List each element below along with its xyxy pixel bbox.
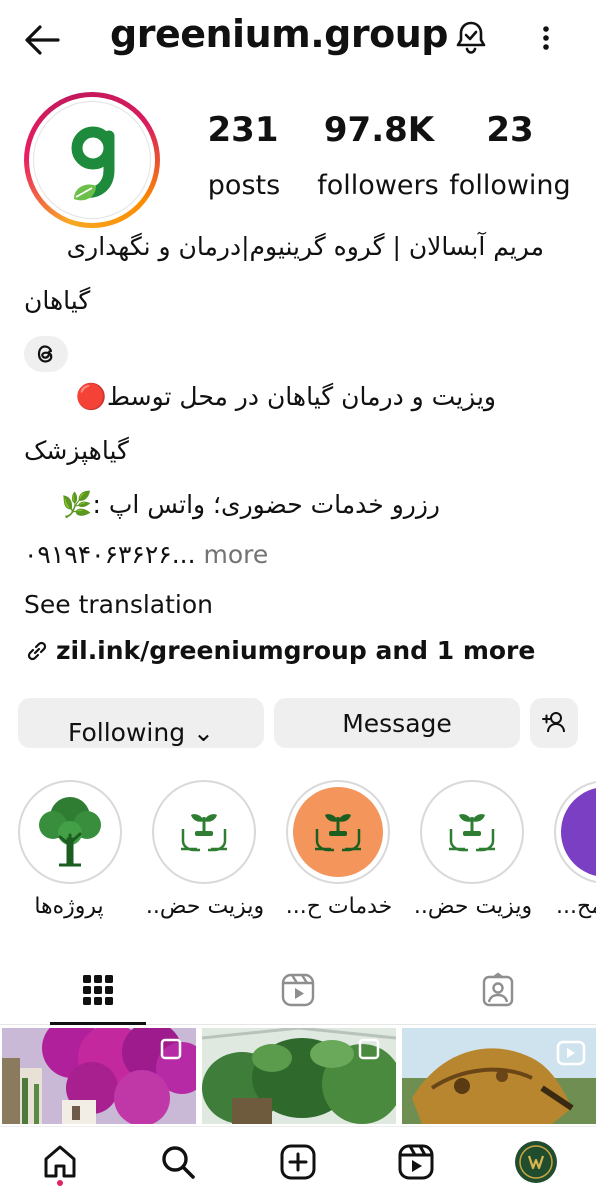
highlight-label: مح... bbox=[556, 894, 596, 919]
threads-icon bbox=[37, 345, 53, 363]
tab-posts-grid[interactable] bbox=[0, 960, 196, 1020]
tagged-user-icon bbox=[482, 972, 514, 1007]
home-notification-dot bbox=[57, 1180, 63, 1186]
arrow-left-icon bbox=[25, 25, 60, 55]
highlight-location[interactable] bbox=[554, 780, 596, 884]
greenium-logo-icon bbox=[71, 126, 115, 201]
create-post-icon bbox=[280, 1144, 316, 1180]
message-button-label: Message bbox=[342, 708, 452, 738]
search-icon bbox=[162, 1146, 195, 1179]
post-thumbnail[interactable] bbox=[402, 1028, 596, 1124]
more-options-button[interactable] bbox=[532, 18, 560, 58]
highlight-cover bbox=[293, 787, 383, 877]
following-button[interactable]: Following ⌄ bbox=[18, 698, 264, 748]
highlight-label-text: مح... bbox=[556, 894, 596, 919]
post-thumbnail[interactable] bbox=[202, 1028, 396, 1124]
add-user-icon bbox=[542, 712, 565, 733]
nav-create[interactable] bbox=[272, 1136, 324, 1188]
tab-reels[interactable] bbox=[200, 960, 396, 1020]
threads-badge[interactable] bbox=[24, 336, 68, 372]
nav-reels[interactable] bbox=[390, 1136, 442, 1188]
hands-plant-icon bbox=[315, 814, 361, 852]
post-thumbnail[interactable] bbox=[2, 1028, 196, 1124]
highlight-partial-clip bbox=[554, 780, 596, 884]
highlight-label: پروژه‌ها bbox=[34, 894, 104, 919]
profile-avatar-icon bbox=[515, 1141, 557, 1183]
nav-profile[interactable] bbox=[510, 1136, 562, 1188]
bio-link-text: zil.ink/greeniumgroup and 1 more bbox=[56, 636, 536, 665]
post-image-greenhouse bbox=[202, 1028, 396, 1124]
following-text: Following bbox=[68, 717, 186, 747]
following-label[interactable]: following bbox=[446, 170, 574, 201]
avatar-ring-gap bbox=[29, 97, 155, 223]
highlight-visit-1[interactable] bbox=[152, 780, 256, 884]
bio-external-link[interactable]: zil.ink/greeniumgroup and 1 more bbox=[24, 636, 535, 665]
bio-phone: ۰۹۱۹۴۰۶۳۶۲۶... bbox=[24, 540, 196, 569]
bio-desc-line-3: رزرو خدمات حضوری؛ واتس اپ :🌿 bbox=[61, 490, 440, 519]
following-count[interactable]: 23 bbox=[468, 110, 552, 150]
suggested-users-button[interactable] bbox=[530, 698, 578, 748]
highlight-label: ویزیت حض.. bbox=[145, 894, 265, 919]
hands-plant-icon bbox=[449, 814, 495, 852]
home-icon bbox=[44, 1145, 76, 1178]
profile-username: greenium.group bbox=[110, 12, 448, 56]
highlight-projects[interactable] bbox=[18, 780, 122, 884]
bio-desc-line-1: ویزیت و درمان گیاهان در محل توسط🔴 bbox=[75, 382, 496, 411]
nav-search[interactable] bbox=[152, 1136, 204, 1188]
reels-icon bbox=[281, 973, 315, 1007]
following-button-label: Following ⌄ bbox=[68, 717, 214, 747]
post-image-bougainvillea bbox=[2, 1028, 196, 1124]
highlight-label: ویزیت حض.. bbox=[413, 894, 533, 919]
hands-plant-icon bbox=[181, 814, 227, 852]
link-icon bbox=[27, 641, 47, 660]
bell-icon bbox=[456, 21, 486, 54]
message-button[interactable]: Message bbox=[274, 698, 520, 748]
posts-count[interactable]: 231 bbox=[200, 110, 286, 150]
bio-more-link[interactable]: more bbox=[196, 540, 268, 569]
active-tab-indicator bbox=[50, 1022, 146, 1025]
bio-name-line-2: گیاهان bbox=[24, 286, 91, 315]
notifications-button[interactable] bbox=[453, 18, 489, 58]
reels-icon bbox=[398, 1144, 434, 1180]
highlight-services[interactable] bbox=[286, 780, 390, 884]
more-vertical-icon bbox=[543, 26, 549, 50]
see-translation-link[interactable]: See translation bbox=[24, 590, 213, 619]
followers-count[interactable]: 97.8K bbox=[318, 110, 440, 150]
post-image-diseased-leaf bbox=[402, 1028, 596, 1124]
avatar-logo bbox=[33, 101, 151, 219]
highlight-cover bbox=[25, 787, 115, 877]
bio-name-line-1: مریم آبسالان | گروه گرینیوم|درمان و نگهد… bbox=[66, 232, 544, 261]
back-button[interactable] bbox=[20, 18, 64, 62]
tab-tagged[interactable] bbox=[400, 960, 596, 1020]
bio-desc-line-2: گیاهپزشک bbox=[24, 436, 129, 465]
highlight-label: خدمات ح... bbox=[285, 894, 393, 919]
grid-icon bbox=[83, 975, 113, 1005]
tree-icon bbox=[39, 797, 101, 867]
highlight-cover bbox=[561, 787, 596, 877]
profile-avatar[interactable] bbox=[24, 92, 160, 228]
highlight-cover bbox=[427, 787, 517, 877]
posts-label[interactable]: posts bbox=[196, 170, 292, 201]
bio-phone-line: ۰۹۱۹۴۰۶۳۶۲۶... more bbox=[24, 540, 268, 569]
followers-label[interactable]: followers bbox=[312, 170, 444, 201]
highlight-cover bbox=[159, 787, 249, 877]
highlight-visit-2[interactable] bbox=[420, 780, 524, 884]
